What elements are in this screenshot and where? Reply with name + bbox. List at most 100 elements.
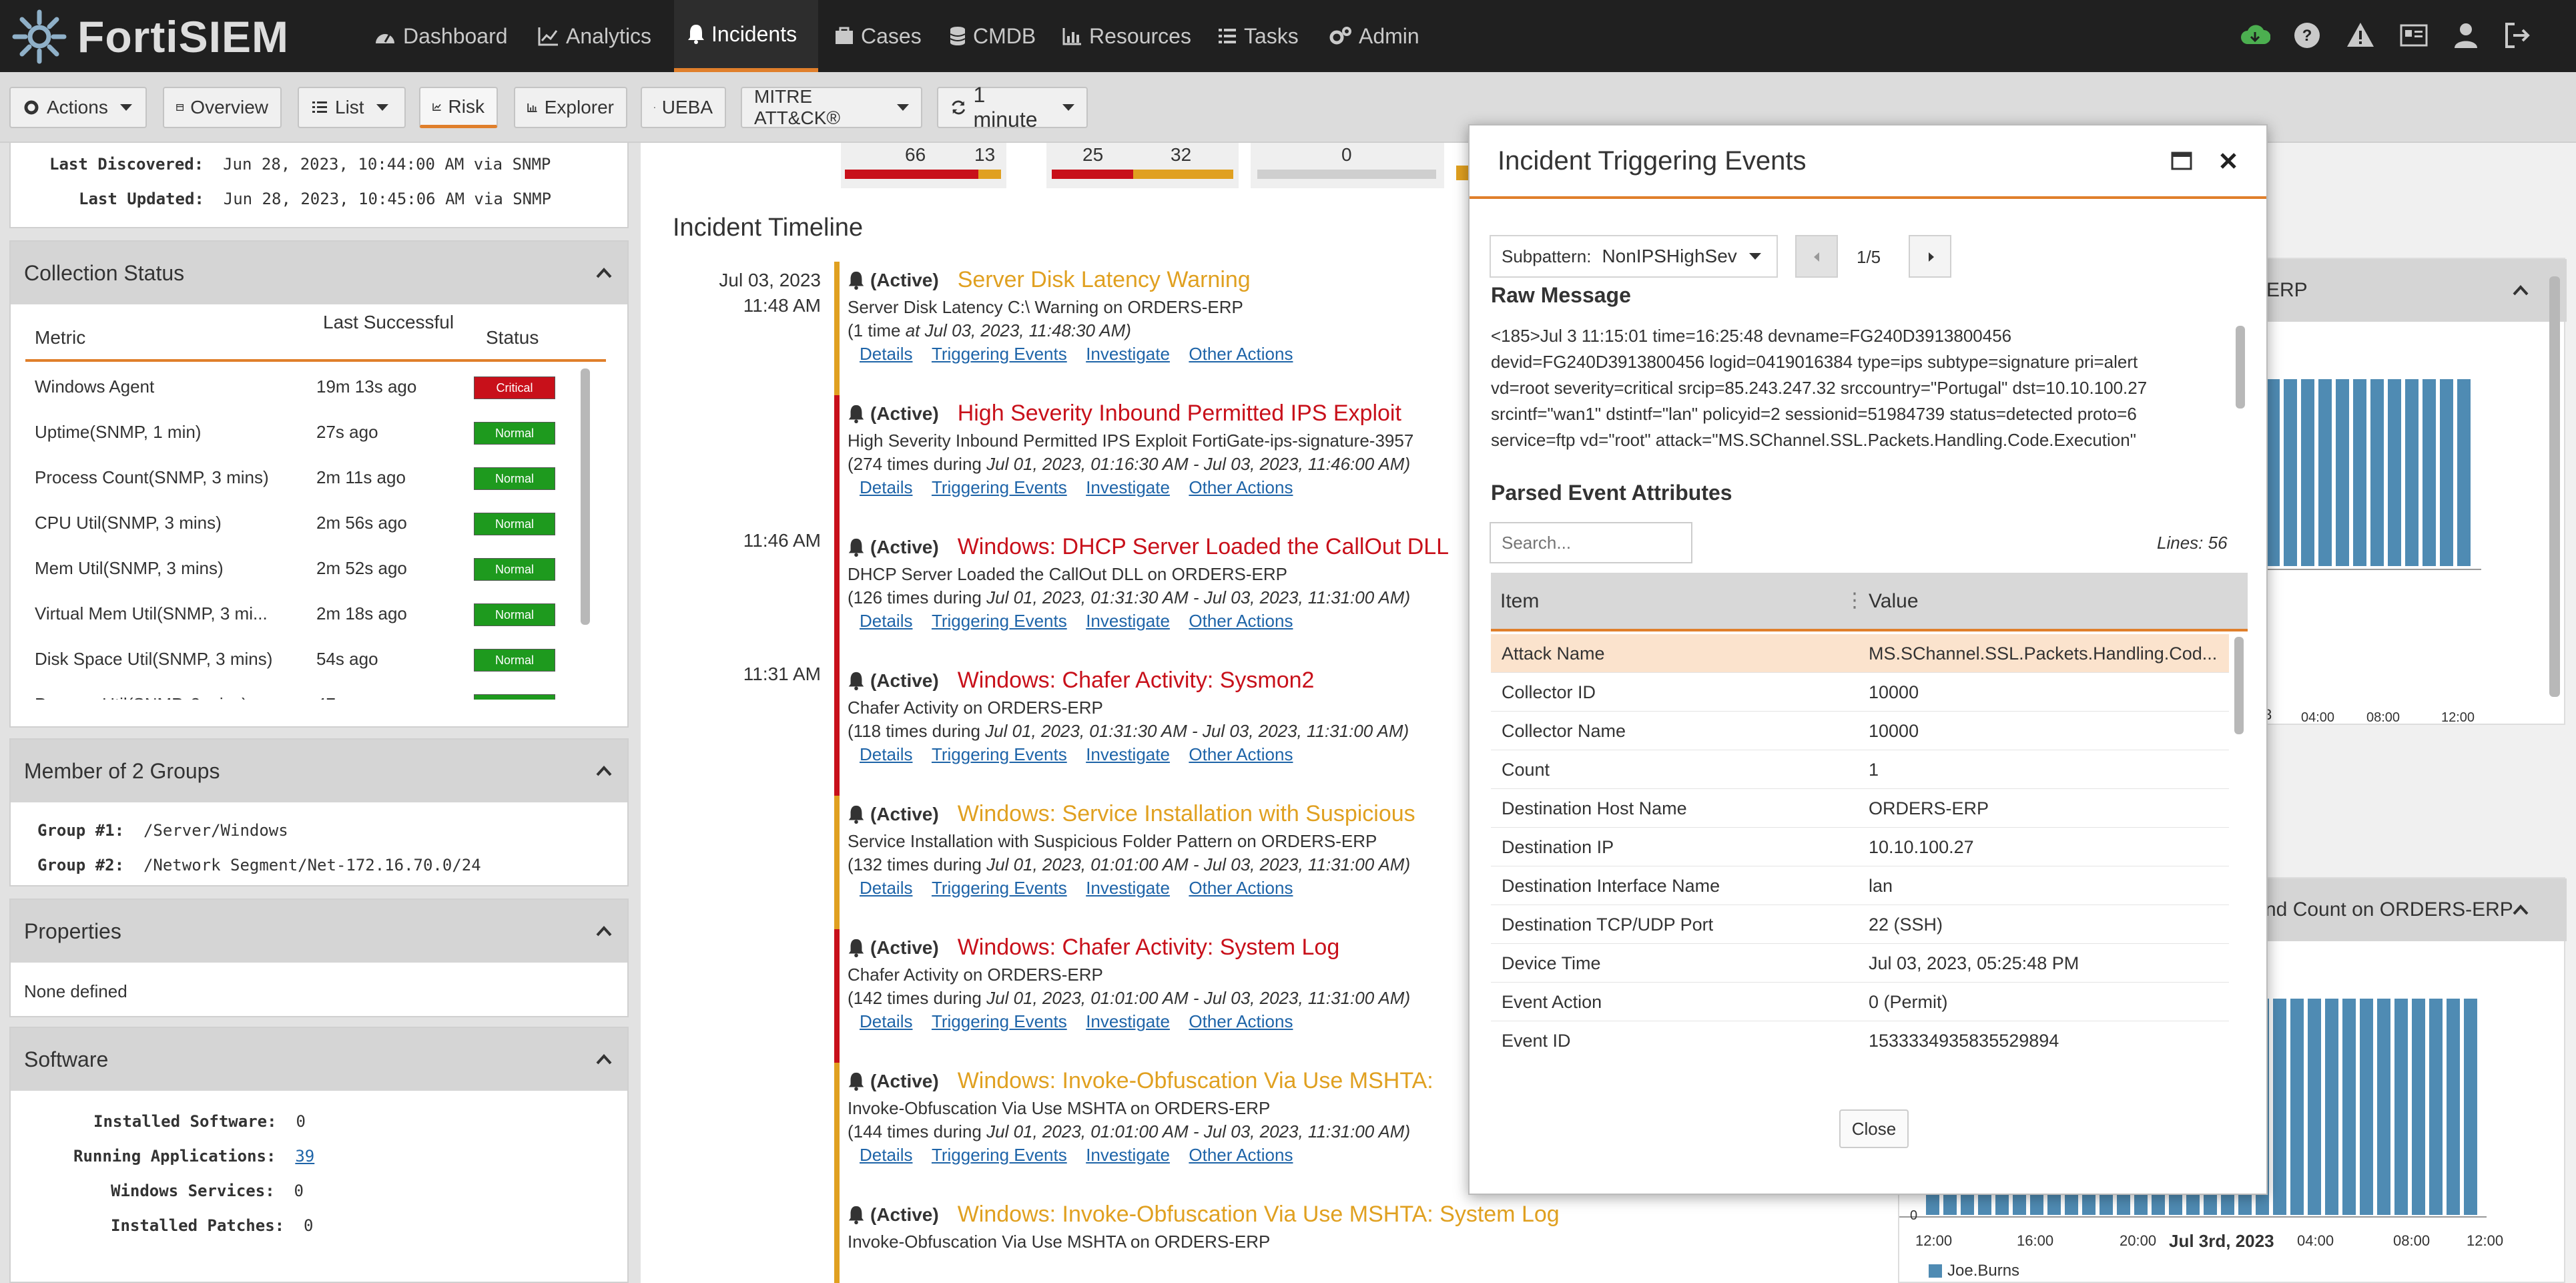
refresh-interval-dropdown[interactable]: 1 minute (937, 83, 1088, 132)
nav-tasks[interactable]: Tasks (1217, 0, 1299, 72)
chart-bar[interactable] (2301, 379, 2314, 566)
chart-bar[interactable] (2457, 379, 2471, 566)
col-item[interactable]: Item (1500, 590, 1539, 613)
user-icon[interactable] (2451, 20, 2481, 51)
risk-bar-2[interactable]: 25 32 (1046, 143, 1239, 188)
metric-row[interactable]: Virtual Mem Util(SNMP, 3 mi... 2m 18s ago… (11, 591, 585, 637)
other-actions-link[interactable]: Other Actions (1189, 344, 1293, 364)
details-link[interactable]: Details (860, 878, 912, 898)
mitre-attack-dropdown[interactable]: MITRE ATT&CK® (741, 86, 922, 128)
chart-bar[interactable] (2360, 999, 2373, 1215)
triggering-events-link[interactable]: Triggering Events (932, 1145, 1067, 1165)
attribute-row[interactable]: Device Time Jul 03, 2023, 05:25:48 PM (1491, 944, 2229, 983)
attribute-row[interactable]: Event ID 1533334935835529894 (1491, 1021, 2229, 1059)
chevron-up-icon[interactable] (2512, 282, 2529, 299)
attribute-row[interactable]: Destination IP 10.10.100.27 (1491, 828, 2229, 866)
nav-admin[interactable]: Admin (1329, 0, 1419, 72)
chart-bar[interactable] (2405, 379, 2419, 566)
chart-bar[interactable] (2342, 999, 2356, 1215)
chevron-up-icon[interactable] (595, 762, 613, 780)
actions-dropdown[interactable]: Actions (9, 87, 147, 128)
chart-bar[interactable] (2273, 999, 2286, 1215)
triggering-events-link[interactable]: Triggering Events (932, 477, 1067, 497)
details-link[interactable]: Details (860, 477, 912, 497)
attribute-row[interactable]: Event Action 0 (Permit) (1491, 983, 2229, 1021)
attribute-row[interactable]: Count 1 (1491, 750, 2229, 789)
col-status[interactable]: Status (486, 327, 539, 348)
chart-bar[interactable] (2308, 999, 2321, 1215)
investigate-link[interactable]: Investigate (1086, 878, 1170, 898)
event-title[interactable]: Windows: Service Installation with Suspi… (958, 801, 1415, 827)
cloud-download-icon[interactable] (2240, 20, 2270, 51)
other-actions-link[interactable]: Other Actions (1189, 1011, 1293, 1031)
details-link[interactable]: Details (860, 1145, 912, 1165)
event-title[interactable]: Windows: Chafer Activity: Sysmon2 (958, 668, 1315, 694)
chart-bar[interactable] (2423, 379, 2436, 566)
other-actions-link[interactable]: Other Actions (1189, 744, 1293, 764)
chart-bar[interactable] (2284, 379, 2297, 566)
details-link[interactable]: Details (860, 344, 912, 364)
chart-bar[interactable] (2266, 379, 2280, 566)
nav-incidents[interactable]: Incidents (674, 0, 818, 72)
chevron-up-icon[interactable] (2512, 901, 2529, 919)
triggering-events-link[interactable]: Triggering Events (932, 611, 1067, 631)
metrics-scrollbar[interactable] (581, 368, 590, 625)
attribute-row[interactable]: Collector ID 10000 (1491, 673, 2229, 712)
metric-row[interactable]: Windows Agent 19m 13s ago Critical (11, 364, 585, 410)
software-header[interactable]: Software (11, 1028, 627, 1091)
explorer-button[interactable]: Explorer (514, 87, 627, 128)
chevron-up-icon[interactable] (595, 923, 613, 940)
chart-bar[interactable] (2429, 999, 2443, 1215)
logout-icon[interactable] (2503, 20, 2533, 51)
chart-bar[interactable] (2370, 379, 2384, 566)
col-last-successful[interactable]: Last Successful (323, 312, 456, 332)
attribute-row[interactable]: Destination Interface Name lan (1491, 866, 2229, 905)
event-title[interactable]: Windows: Chafer Activity: System Log (958, 935, 1340, 961)
other-actions-link[interactable]: Other Actions (1189, 878, 1293, 898)
triggering-events-link[interactable]: Triggering Events (932, 344, 1067, 364)
attributes-scrollbar[interactable] (2234, 637, 2244, 734)
investigate-link[interactable]: Investigate (1086, 477, 1170, 497)
chart-bar[interactable] (2394, 999, 2408, 1215)
ueba-button[interactable]: UEBA (641, 87, 726, 128)
nav-cmdb[interactable]: CMDB (949, 0, 1036, 72)
event-title[interactable]: Server Disk Latency Warning (958, 267, 1251, 293)
metric-row[interactable]: Disk Space Util(SNMP, 3 mins) 54s ago Norm… (11, 637, 585, 682)
details-link[interactable]: Details (860, 744, 912, 764)
chart-bar[interactable] (2447, 999, 2460, 1215)
metric-row[interactable]: Uptime(SNMP, 1 min) 27s ago Normal (11, 410, 585, 455)
right-panel-scrollbar[interactable] (2549, 276, 2560, 697)
chart-bar[interactable] (2325, 999, 2338, 1215)
chart-bar[interactable] (2353, 379, 2366, 566)
chart-bar[interactable] (2464, 999, 2477, 1215)
metric-row[interactable]: Process Count(SNMP, 3 mins) 2m 11s ago Nor… (11, 455, 585, 501)
col-value[interactable]: Value (1869, 590, 1919, 613)
chart-bar[interactable] (2377, 999, 2390, 1215)
investigate-link[interactable]: Investigate (1086, 344, 1170, 364)
id-card-icon[interactable] (2398, 20, 2429, 51)
properties-header[interactable]: Properties (11, 900, 627, 963)
chart-bar[interactable] (2336, 379, 2349, 566)
groups-header[interactable]: Member of 2 Groups (11, 740, 627, 802)
close-button[interactable]: Close (1839, 1109, 1909, 1148)
triggering-events-link[interactable]: Triggering Events (932, 744, 1067, 764)
nav-resources[interactable]: Resources (1062, 0, 1191, 72)
metric-row[interactable]: CPU Util(SNMP, 3 mins) 2m 56s ago Normal (11, 501, 585, 546)
risk-bar-3[interactable]: 0 (1251, 143, 1444, 188)
other-actions-link[interactable]: Other Actions (1189, 477, 1293, 497)
chart-bar[interactable] (2388, 379, 2401, 566)
subpattern-dropdown[interactable]: Subpattern: NonIPSHighSev (1490, 235, 1778, 278)
metric-row[interactable]: Mem Util(SNMP, 3 mins) 2m 52s ago Normal (11, 546, 585, 591)
fortisiem-logo[interactable]: FortiSIEM (9, 7, 289, 67)
overview-button[interactable]: Overview (163, 87, 282, 128)
event-title[interactable]: High Severity Inbound Permitted IPS Expl… (958, 401, 1401, 427)
triggering-events-link[interactable]: Triggering Events (932, 1011, 1067, 1031)
other-actions-link[interactable]: Other Actions (1189, 1145, 1293, 1165)
prev-page-button[interactable] (1795, 235, 1838, 278)
investigate-link[interactable]: Investigate (1086, 1011, 1170, 1031)
attribute-row[interactable]: Destination Host Name ORDERS-ERP (1491, 789, 2229, 828)
col-metric[interactable]: Metric (35, 327, 85, 348)
risk-bar-1[interactable]: 66 13 (841, 143, 1006, 188)
chevron-up-icon[interactable] (595, 264, 613, 282)
event-title[interactable]: Windows: Invoke-Obfuscation Via Use MSHT… (958, 1068, 1433, 1094)
